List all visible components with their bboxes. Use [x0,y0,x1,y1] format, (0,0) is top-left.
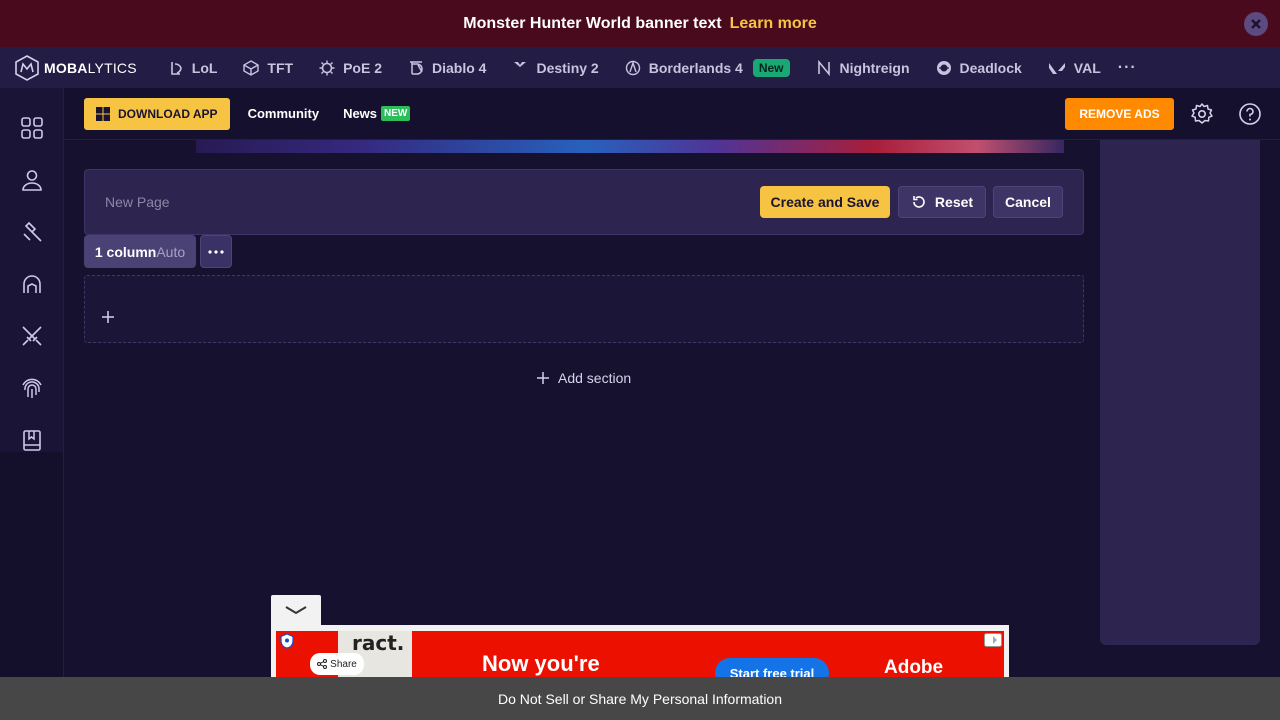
sidebar-item-battles[interactable] [0,310,63,362]
sidebar-item-builds[interactable] [0,206,63,258]
section-dropzone[interactable] [84,275,1084,343]
ad-collapse-button[interactable] [271,595,321,625]
chevron-down-icon [285,606,307,615]
grid-icon [20,117,43,139]
news-new-badge: NEW [381,106,411,121]
ad-banner[interactable]: ract. Share Now you're Start free trial … [271,625,1009,677]
poe2-icon [319,60,335,75]
nav-game-tft[interactable]: TFT [243,60,293,76]
top-banner: Monster Hunter World banner text Learn m… [0,0,1280,47]
nightreign-icon [817,59,830,76]
new-badge: New [752,58,790,77]
mobalytics-logo-icon [15,54,39,81]
left-sidebar [0,88,64,677]
nav-game-deadlock[interactable]: Deadlock [936,60,1022,76]
windows-icon [96,106,110,121]
destiny2-icon [514,61,527,75]
close-icon [1251,19,1261,29]
download-app-button[interactable]: DOWNLOAD APP [84,97,230,130]
nav-game-destiny2[interactable]: Destiny 2 [512,60,599,76]
ad-choices-icon[interactable] [984,633,1002,647]
page-name-input[interactable]: New Page [105,194,170,210]
shield-icon [280,633,294,649]
cancel-button[interactable]: Cancel [993,186,1063,218]
tft-icon [243,59,260,76]
user-icon [21,170,42,191]
hammer-icon [22,221,42,242]
plus-icon [102,311,114,323]
banner-text: Monster Hunter World banner text [463,14,722,32]
nav-game-poe2[interactable]: PoE 2 [319,60,382,76]
news-link[interactable]: News NEW [343,106,411,121]
remove-ads-button[interactable]: REMOVE ADS [1065,98,1174,130]
do-not-sell-link[interactable]: Do Not Sell or Share My Personal Informa… [498,691,782,707]
sidebar-item-profile[interactable] [0,154,63,206]
share-icon [317,659,328,669]
right-side-panel [1100,140,1260,645]
settings-button[interactable] [1190,102,1214,126]
helmet-icon [22,275,41,293]
plus-icon [537,372,549,384]
reset-icon [913,196,925,208]
banner-close-button[interactable] [1244,12,1268,36]
help-button[interactable] [1238,102,1262,126]
mobalytics-logo[interactable]: MOBALYTICS [14,54,137,81]
help-icon [1239,103,1261,125]
community-link[interactable]: Community [248,106,320,121]
privacy-footer[interactable]: Do Not Sell or Share My Personal Informa… [0,677,1280,720]
nav-game-valorant[interactable]: VAL [1048,60,1101,76]
borderlands4-icon [625,60,640,75]
nav-game-lol[interactable]: LoL [168,60,217,76]
deadlock-icon [936,60,951,75]
add-widget-button[interactable] [101,310,115,329]
column-layout-selector[interactable]: 1 column Auto [84,235,196,268]
add-section-button[interactable]: Add section [536,370,631,386]
swords-icon [21,326,42,346]
sub-header: DOWNLOAD APP Community News NEW REMOVE A… [64,88,1280,140]
reset-button[interactable]: Reset [898,186,986,218]
nav-game-diablo4[interactable]: Diablo 4 [408,60,486,76]
diablo4-icon [409,60,423,75]
sidebar-item-fingerprint[interactable] [0,362,63,414]
nav-game-borderlands4[interactable]: Borderlands 4 New [625,58,790,77]
create-and-save-button[interactable]: Create and Save [760,186,890,218]
hero-image [196,140,1064,153]
more-icon [208,249,224,254]
logo-text: MOBALYTICS [44,59,137,76]
lol-icon [170,61,182,75]
page-editor-panel: New Page Create and Save Reset Cancel [84,169,1084,235]
layout-options-button[interactable] [200,235,232,268]
ad-cta-button[interactable]: Start free trial [715,658,829,677]
game-nav: MOBALYTICS LoL TFT PoE 2 Diablo 4 Destin… [0,47,1280,88]
valorant-icon [1048,62,1065,74]
more-games-button[interactable]: ··· [1118,59,1137,77]
gear-icon [1191,103,1213,124]
sidebar-item-guides[interactable] [0,414,63,466]
ad-share-button[interactable]: Share [310,653,364,675]
nav-game-nightreign[interactable]: Nightreign [816,59,910,76]
ad-brand: Adobe [884,657,944,677]
sidebar-item-heroes[interactable] [0,258,63,310]
ad-headline: Now you're [482,651,600,676]
book-icon [22,430,41,451]
learn-more-link[interactable]: Learn more [730,15,817,33]
sidebar-item-apps[interactable] [0,102,63,154]
fingerprint-icon [21,378,42,398]
